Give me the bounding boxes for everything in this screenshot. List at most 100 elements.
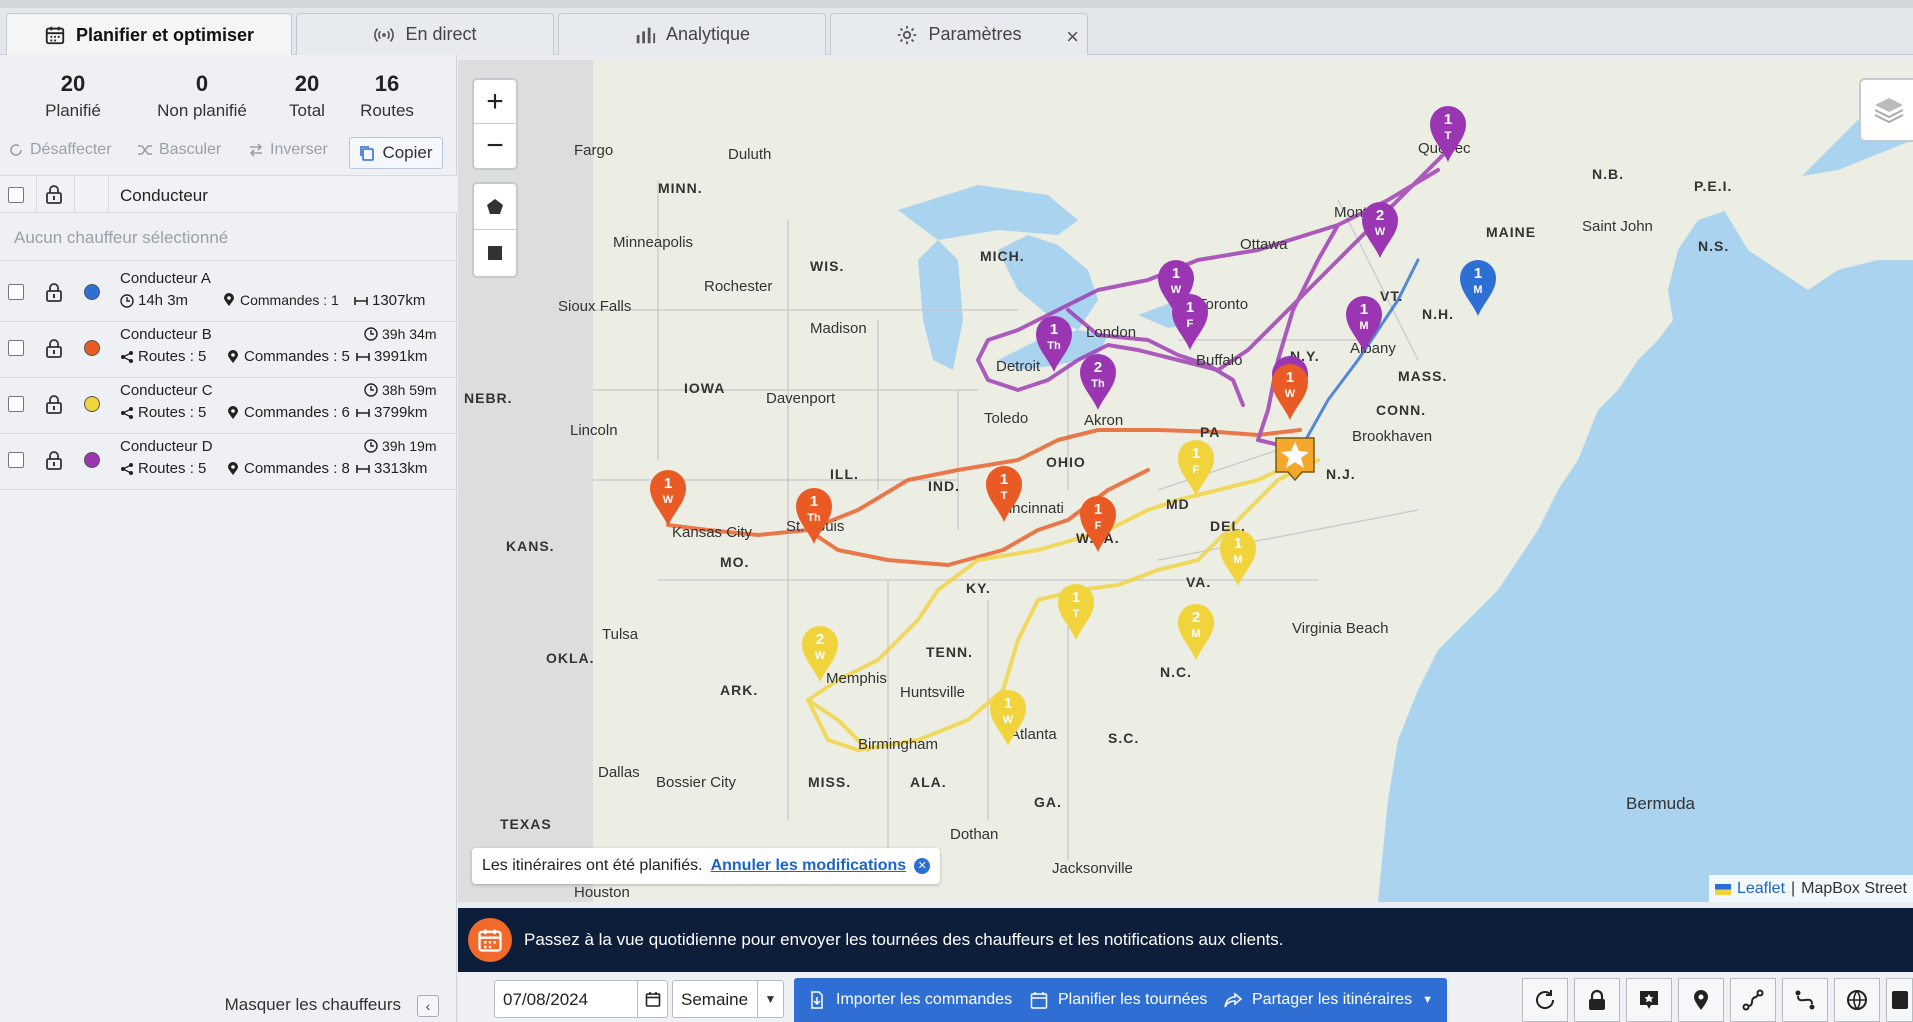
invert-button[interactable]: Inverser (248, 141, 328, 159)
location-pin-icon (1694, 990, 1708, 1010)
driver-time: 39h 34m (364, 326, 436, 342)
bar-chart-icon (636, 27, 656, 43)
zoom-out-button[interactable]: − (474, 124, 516, 168)
map-label: Atlanta (1010, 726, 1057, 743)
map-label: London (1086, 324, 1137, 341)
map-label: Cincinnati (998, 500, 1064, 517)
unassign-button[interactable]: Désaffecter (8, 141, 112, 159)
map-label: Jacksonville (1052, 860, 1133, 877)
map-state-label: S.C. (1108, 730, 1140, 746)
map-label: Buffalo (1196, 352, 1243, 369)
lock-icon[interactable] (45, 338, 63, 358)
refresh-button[interactable] (1522, 978, 1568, 1022)
copy-button[interactable]: Copier (349, 137, 443, 169)
map-state-label: ILL. (830, 466, 859, 482)
hide-drivers-link[interactable]: Masquer les chauffeurs (225, 995, 401, 1015)
tab-plan-optimize[interactable]: Planifier et optimiser (6, 13, 292, 56)
refresh-icon (10, 144, 22, 156)
driver-checkbox[interactable] (8, 396, 24, 412)
tab-live[interactable]: En direct (296, 13, 554, 55)
drivers-panel: 20 Planifié 0 Non planifié 20 Total 16 R… (0, 55, 457, 1022)
route-button[interactable] (1730, 978, 1776, 1022)
route-icon (121, 462, 133, 475)
calendar-icon[interactable] (637, 981, 667, 1017)
stat-label: Non planifié (157, 101, 247, 120)
draw-polygon-button[interactable] (474, 184, 516, 230)
driver-routes-value: Routes : 5 (138, 460, 207, 477)
calendar-icon (468, 918, 512, 962)
route-split-button[interactable] (1782, 978, 1828, 1022)
driver-name: Conducteur B (120, 326, 212, 343)
distance-icon (356, 464, 370, 473)
driver-orders: Commandes : 6 (226, 404, 350, 421)
driver-checkbox[interactable] (8, 340, 24, 356)
close-tab-icon[interactable]: × (1066, 24, 1079, 50)
driver-time: 39h 19m (364, 438, 436, 454)
map-state-label: N.S. (1698, 238, 1730, 254)
zoom-in-button[interactable]: + (474, 80, 516, 124)
map-label: Madison (810, 320, 867, 337)
draw-rectangle-button[interactable] (474, 230, 516, 276)
share-routes-button[interactable]: Partager les itinéraires ▼ (1210, 978, 1447, 1022)
undo-changes-link[interactable]: Annuler les modifications (711, 857, 907, 875)
map-state-label: PA (1200, 424, 1221, 440)
close-toast-icon[interactable]: ✕ (914, 858, 931, 874)
routes-planned-toast: Les itinéraires ont été planifiés. Annul… (472, 848, 941, 884)
map-label: Montréal (1334, 204, 1393, 221)
layers-button[interactable] (1859, 78, 1913, 142)
map-state-label: N.C. (1160, 664, 1192, 680)
map-state-label: W.VA. (1076, 530, 1120, 546)
driver-checkbox[interactable] (8, 284, 24, 300)
driver-orders: Commandes : 5 (226, 348, 350, 365)
map-state-label: MO. (720, 554, 750, 570)
map-state-label: N.H. (1422, 306, 1454, 322)
more-button[interactable] (1886, 978, 1913, 1022)
period-select[interactable]: Semaine ▼ (672, 980, 784, 1018)
divider (0, 489, 457, 490)
map-state-label: VA. (1186, 574, 1212, 590)
driver-row-b[interactable]: Conducteur B 39h 34m Routes : 5 Commande… (0, 322, 457, 378)
tab-settings[interactable]: Paramètres × (830, 13, 1088, 55)
location-button[interactable] (1678, 978, 1724, 1022)
driver-orders: Commandes : 1 (222, 292, 339, 308)
import-label: Importer les commandes (836, 991, 1013, 1008)
map-label: Bermuda (1626, 794, 1695, 813)
lock-icon[interactable] (45, 282, 63, 302)
map-label: Memphis (826, 670, 887, 687)
info-banner: Passez à la vue quotidienne pour envoyer… (458, 908, 1913, 972)
lock-button[interactable] (1574, 978, 1620, 1022)
driver-row-a[interactable]: Conducteur A 14h 3m Commandes : 1 1307km (0, 266, 457, 322)
tab-analytics[interactable]: Analytique (558, 13, 826, 55)
lock-icon[interactable] (45, 184, 63, 204)
map-label: Ottawa (1240, 236, 1288, 253)
driver-orders-value: Commandes : 6 (244, 404, 350, 421)
driver-time: 14h 3m (120, 292, 188, 309)
select-all-checkbox[interactable] (8, 187, 24, 203)
driver-routes: Routes : 5 (120, 404, 206, 421)
route-map[interactable]: Fargo Duluth MINN. Minneapolis WIS. MICH… (458, 60, 1913, 902)
plan-tours-button[interactable]: Planifier les tournées (1016, 978, 1222, 1022)
map-state-label: IND. (928, 478, 960, 494)
driver-time: 38h 59m (364, 382, 436, 398)
driver-row-c[interactable]: Conducteur C 38h 59m Routes : 5 Commande… (0, 378, 457, 434)
calendar-icon (1030, 992, 1048, 1009)
collapse-panel-button[interactable]: ‹ (417, 995, 439, 1017)
square-icon (488, 246, 502, 260)
lock-icon[interactable] (45, 450, 63, 470)
globe-button[interactable] (1834, 978, 1880, 1022)
leaflet-link[interactable]: Leaflet (1737, 880, 1785, 898)
date-picker[interactable]: 07/08/2024 (494, 980, 668, 1018)
distance-icon (356, 408, 370, 417)
import-orders-button[interactable]: Importer les commandes (794, 978, 1027, 1022)
route-icon (121, 350, 133, 363)
lock-icon[interactable] (45, 394, 63, 414)
stat-value: 0 (195, 71, 209, 96)
driver-checkbox[interactable] (8, 452, 24, 468)
invert-label: Inverser (270, 141, 328, 158)
driver-row-d[interactable]: Conducteur D 39h 19m Routes : 5 Commande… (0, 434, 457, 490)
comment-pin-button[interactable] (1626, 978, 1672, 1022)
globe-icon (1847, 990, 1867, 1010)
toggle-button[interactable]: Basculer (137, 141, 221, 159)
draw-toolbar (472, 182, 518, 278)
map-state-label: MICH. (980, 248, 1025, 264)
